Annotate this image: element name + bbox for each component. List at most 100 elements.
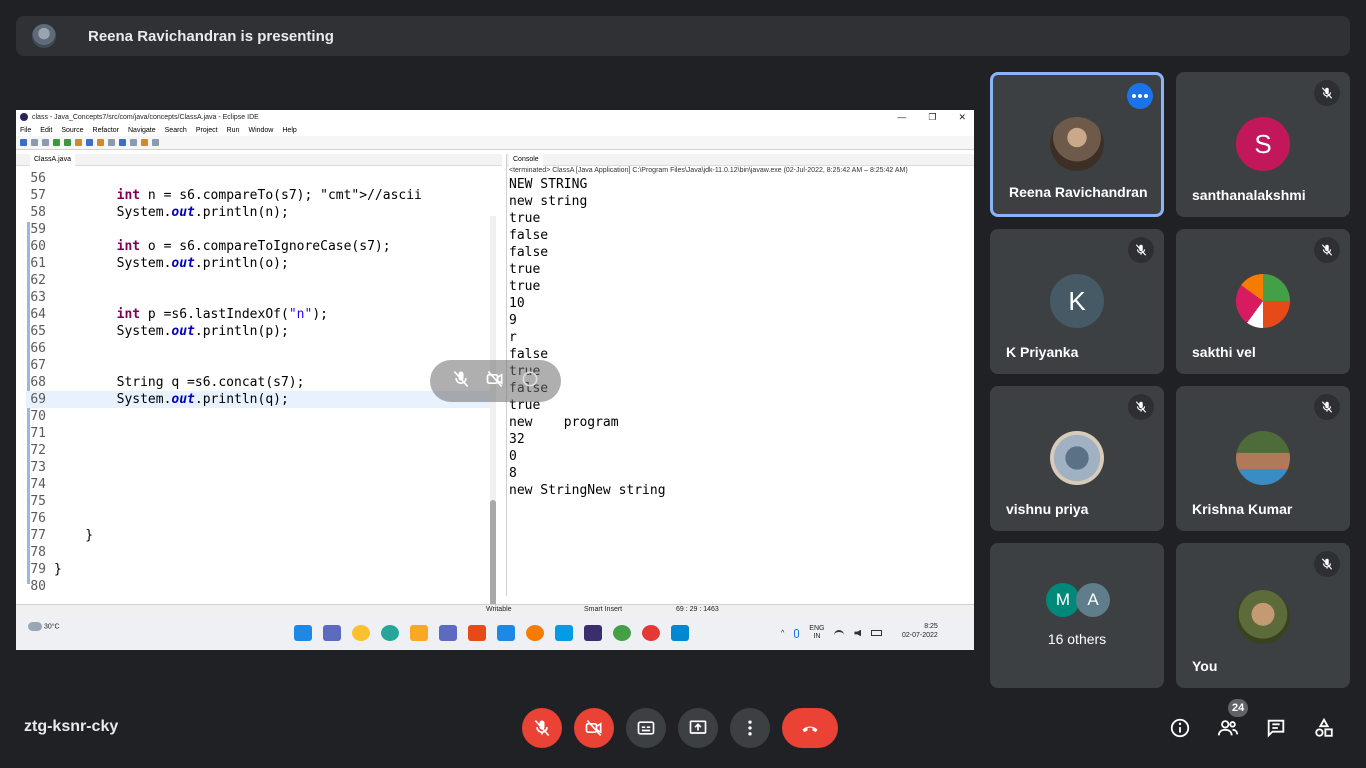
start-icon[interactable]	[294, 625, 312, 641]
debug-icon[interactable]	[53, 139, 60, 146]
menu-file[interactable]: File	[20, 127, 31, 134]
code-line[interactable]: 77 }	[26, 527, 492, 544]
weather-widget[interactable]: 30°C	[28, 622, 60, 631]
code-text[interactable]: int p =s6.lastIndexOf("n");	[54, 306, 328, 323]
tile-reena-ravichandran[interactable]: Reena Ravichandran	[990, 72, 1164, 217]
menu-run[interactable]: Run	[227, 127, 240, 134]
new-class-icon[interactable]	[97, 139, 104, 146]
compass-icon[interactable]	[526, 625, 544, 641]
zoom-icon[interactable]	[497, 625, 515, 641]
tab-console[interactable]: Console	[509, 153, 543, 166]
code-line[interactable]: 68 String q =s6.concat(s7);	[26, 374, 492, 391]
battery-icon[interactable]	[871, 630, 883, 636]
code-text[interactable]: int o = s6.compareToIgnoreCase(s7);	[54, 238, 391, 255]
run-icon[interactable]	[64, 139, 71, 146]
more-options-button[interactable]	[730, 708, 770, 748]
tile-k-priyanka[interactable]: K K Priyanka	[990, 229, 1164, 374]
new-package-icon[interactable]	[86, 139, 93, 146]
menu-help[interactable]: Help	[282, 127, 296, 134]
microphone-toggle-button[interactable]	[522, 708, 562, 748]
code-text[interactable]: }	[54, 527, 93, 544]
code-line[interactable]: 73	[26, 459, 492, 476]
code-text[interactable]: System.out.println(q);	[54, 391, 289, 408]
forward-icon[interactable]	[152, 139, 159, 146]
code-line[interactable]: 72	[26, 442, 492, 459]
camera-toggle-button[interactable]	[574, 708, 614, 748]
code-line[interactable]: 79}	[26, 561, 492, 578]
skype-icon[interactable]	[555, 625, 573, 641]
close-icon[interactable]: ✕	[958, 112, 966, 123]
code-line[interactable]: 57 int n = s6.compareTo(s7); "cmt">//asc…	[26, 187, 492, 204]
code-line[interactable]: 67	[26, 357, 492, 374]
code-line[interactable]: 59	[26, 221, 492, 238]
code-line[interactable]: 63	[26, 289, 492, 306]
meeting-details-button[interactable]	[1166, 714, 1194, 742]
people-button[interactable]	[1214, 714, 1242, 742]
presenter-camera-off-icon[interactable]	[485, 369, 505, 394]
open-type-icon[interactable]	[108, 139, 115, 146]
file-explorer-icon[interactable]	[410, 625, 428, 641]
whatsapp-icon[interactable]	[613, 625, 631, 641]
code-line[interactable]: 56	[26, 170, 492, 187]
code-line[interactable]: 58 System.out.println(n);	[26, 204, 492, 221]
tile-vishnu-priya[interactable]: vishnu priya	[990, 386, 1164, 531]
code-line[interactable]: 75	[26, 493, 492, 510]
activities-button[interactable]	[1310, 714, 1338, 742]
back-icon[interactable]	[141, 139, 148, 146]
chrome-profile-icon[interactable]	[642, 625, 660, 641]
code-line[interactable]: 69 System.out.println(q);	[26, 391, 492, 408]
wifi-icon[interactable]	[834, 629, 845, 637]
tile-you[interactable]: You	[1176, 543, 1350, 688]
eclipse-taskbar-icon[interactable]	[584, 625, 602, 641]
code-line[interactable]: 60 int o = s6.compareToIgnoreCase(s7);	[26, 238, 492, 255]
presenter-mute-icon[interactable]	[451, 369, 471, 394]
restore-icon[interactable]: ❐	[928, 112, 936, 123]
menu-source[interactable]: Source	[61, 127, 83, 134]
code-line[interactable]: 76	[26, 510, 492, 527]
presenter-frame-icon[interactable]	[520, 369, 540, 394]
tile-others[interactable]: M A 16 others	[990, 543, 1164, 688]
language-indicator[interactable]: ENG IN	[809, 625, 824, 641]
new-icon[interactable]	[20, 139, 27, 146]
code-text[interactable]: }	[54, 561, 62, 578]
more-options-button[interactable]	[1127, 83, 1153, 109]
edge-icon[interactable]	[381, 625, 399, 641]
menu-refactor[interactable]: Refactor	[93, 127, 119, 134]
notepad-icon[interactable]	[671, 625, 689, 641]
menu-search[interactable]: Search	[165, 127, 187, 134]
teams-icon[interactable]	[439, 625, 457, 641]
present-screen-button[interactable]	[678, 708, 718, 748]
tile-krishna-kumar[interactable]: Krishna Kumar	[1176, 386, 1350, 531]
code-text[interactable]: String q =s6.concat(s7);	[54, 374, 305, 391]
office-icon[interactable]	[468, 625, 486, 641]
menu-edit[interactable]: Edit	[40, 127, 52, 134]
code-line[interactable]: 64 int p =s6.lastIndexOf("n");	[26, 306, 492, 323]
menu-window[interactable]: Window	[248, 127, 273, 134]
minimize-icon[interactable]: —	[897, 112, 906, 123]
leave-call-button[interactable]	[782, 708, 838, 748]
tab-classa-java[interactable]: ClassA.java	[30, 153, 75, 166]
code-line[interactable]: 74	[26, 476, 492, 493]
chevron-up-icon[interactable]: ^	[781, 630, 784, 637]
menu-project[interactable]: Project	[196, 127, 218, 134]
code-text[interactable]: System.out.println(o);	[54, 255, 289, 272]
chrome-icon[interactable]	[352, 625, 370, 641]
code-line[interactable]: 66	[26, 340, 492, 357]
annotation-icon[interactable]	[130, 139, 137, 146]
code-line[interactable]: 71	[26, 425, 492, 442]
tile-sakthi-vel[interactable]: sakthi vel	[1176, 229, 1350, 374]
save-icon[interactable]	[31, 139, 38, 146]
code-line[interactable]: 70	[26, 408, 492, 425]
tile-santhanalakshmi[interactable]: S santhanalakshmi	[1176, 72, 1350, 217]
taskbar-clock[interactable]: 8:25 02-07-2022	[902, 622, 938, 640]
code-text[interactable]: System.out.println(p);	[54, 323, 289, 340]
code-line[interactable]: 62	[26, 272, 492, 289]
search-tool-icon[interactable]	[119, 139, 126, 146]
meet-app-icon[interactable]	[323, 625, 341, 641]
code-text[interactable]: int n = s6.compareTo(s7); "cmt">//ascii	[54, 187, 422, 204]
code-line[interactable]: 65 System.out.println(p);	[26, 323, 492, 340]
code-line[interactable]: 61 System.out.println(o);	[26, 255, 492, 272]
code-lines[interactable]: 56 57 int n = s6.compareTo(s7); "cmt">//a…	[26, 170, 492, 595]
captions-button[interactable]	[626, 708, 666, 748]
volume-icon[interactable]	[854, 629, 862, 637]
